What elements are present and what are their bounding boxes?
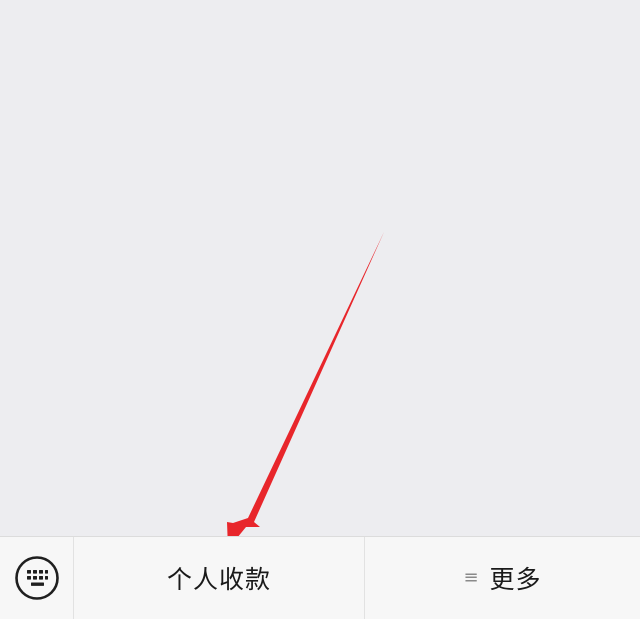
menu-lines-icon: ≡ bbox=[463, 567, 480, 588]
menu-item-more[interactable]: ≡ 更多 bbox=[365, 537, 640, 619]
keyboard-icon bbox=[14, 556, 59, 600]
chat-message-area bbox=[0, 0, 640, 536]
menu-item-label: 更多 bbox=[489, 565, 542, 594]
menu-item-label: 个人收款 bbox=[166, 565, 271, 594]
keyboard-toggle-button[interactable] bbox=[0, 537, 74, 619]
bottom-custom-menu: 个人收款 ≡ 更多 bbox=[0, 536, 640, 619]
menu-item-personal-payment[interactable]: 个人收款 bbox=[74, 537, 365, 619]
